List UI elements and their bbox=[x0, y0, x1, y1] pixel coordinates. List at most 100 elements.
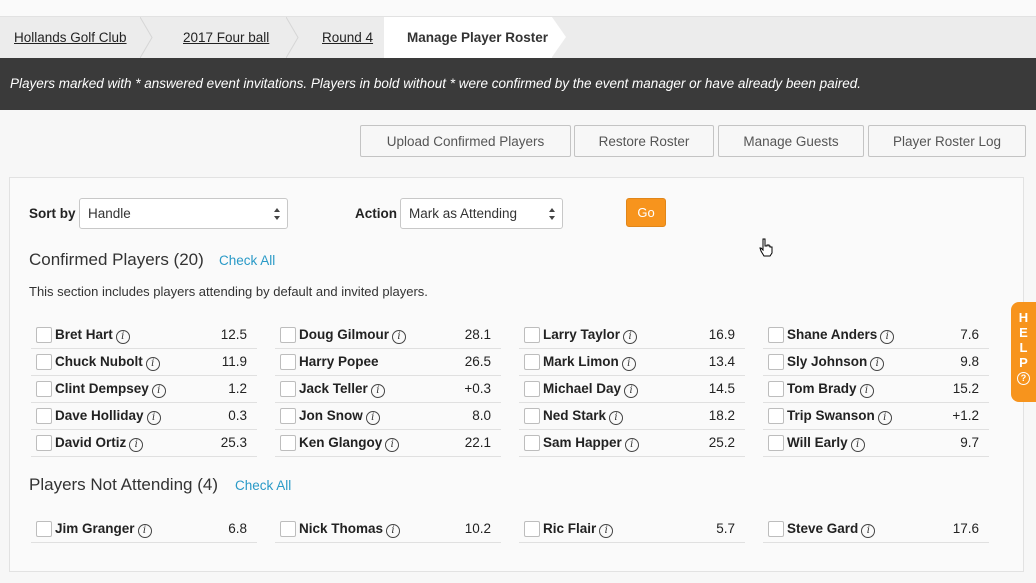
hand-cursor-icon bbox=[759, 238, 773, 257]
player-roster-log-button[interactable]: Player Roster Log bbox=[868, 125, 1026, 157]
info-icon[interactable]: i bbox=[623, 330, 638, 344]
info-icon[interactable]: i bbox=[137, 524, 152, 538]
player-checkbox[interactable] bbox=[36, 381, 52, 397]
player-name-text: Clint Dempsey bbox=[55, 381, 149, 396]
player-checkbox[interactable] bbox=[768, 354, 784, 370]
player-handicap: 7.6 bbox=[960, 327, 979, 342]
player-checkbox[interactable] bbox=[280, 435, 296, 451]
info-icon[interactable]: i bbox=[624, 438, 639, 452]
player-checkbox[interactable] bbox=[768, 408, 784, 424]
info-icon[interactable]: i bbox=[859, 384, 874, 398]
player-checkbox[interactable] bbox=[524, 354, 540, 370]
player-checkbox[interactable] bbox=[768, 327, 784, 343]
player-name: Steve Gard i bbox=[787, 521, 876, 538]
player-checkbox[interactable] bbox=[768, 435, 784, 451]
confirmed-section-note: This section includes players attending … bbox=[29, 284, 428, 299]
player-handicap: 26.5 bbox=[464, 354, 491, 369]
breadcrumb-item-round[interactable]: Round 4 bbox=[308, 17, 390, 58]
player-name: Tom Brady i bbox=[787, 381, 874, 398]
info-icon[interactable]: i bbox=[115, 330, 130, 344]
breadcrumb-separator bbox=[140, 17, 162, 58]
info-icon[interactable]: i bbox=[609, 411, 624, 425]
manage-guests-button[interactable]: Manage Guests bbox=[718, 125, 864, 157]
player-checkbox[interactable] bbox=[36, 408, 52, 424]
sort-select[interactable]: Handle bbox=[79, 198, 288, 229]
info-icon[interactable]: i bbox=[365, 411, 380, 425]
player-checkbox[interactable] bbox=[280, 381, 296, 397]
info-icon[interactable]: i bbox=[870, 357, 885, 371]
breadcrumb-item-event[interactable]: 2017 Four ball bbox=[162, 17, 294, 58]
info-icon[interactable]: i bbox=[392, 330, 406, 344]
player-checkbox[interactable] bbox=[524, 327, 540, 343]
player-checkbox[interactable] bbox=[524, 408, 540, 424]
player-handicap: 28.1 bbox=[464, 327, 491, 342]
info-icon[interactable]: i bbox=[880, 330, 895, 344]
restore-roster-button[interactable]: Restore Roster bbox=[574, 125, 714, 157]
player-name: Doug Gilmour i bbox=[299, 327, 406, 344]
action-label: Action bbox=[355, 206, 397, 221]
top-strip bbox=[0, 0, 1036, 17]
sort-select-value: Handle bbox=[88, 206, 131, 221]
player-handicap: +0.3 bbox=[464, 381, 491, 396]
help-tab[interactable]: H E L P ? bbox=[1011, 302, 1036, 402]
player-row: Trip Swanson i +1.2 bbox=[763, 403, 989, 430]
player-handicap: 14.5 bbox=[708, 381, 735, 396]
info-icon[interactable]: i bbox=[129, 438, 144, 452]
player-checkbox[interactable] bbox=[280, 521, 296, 537]
player-name-text: Ric Flair bbox=[543, 521, 597, 536]
player-handicap: 6.8 bbox=[228, 521, 247, 536]
player-checkbox[interactable] bbox=[36, 521, 52, 537]
player-checkbox[interactable] bbox=[280, 327, 296, 343]
action-select[interactable]: Mark as Attending bbox=[400, 198, 563, 229]
player-checkbox[interactable] bbox=[768, 521, 784, 537]
player-handicap: 1.2 bbox=[228, 381, 247, 396]
player-checkbox[interactable] bbox=[524, 435, 540, 451]
player-checkbox[interactable] bbox=[36, 327, 52, 343]
player-checkbox[interactable] bbox=[36, 435, 52, 451]
player-checkbox[interactable] bbox=[280, 408, 296, 424]
player-handicap: 11.9 bbox=[221, 354, 247, 369]
info-icon[interactable]: i bbox=[151, 384, 166, 398]
info-icon[interactable]: i bbox=[861, 524, 876, 538]
info-icon[interactable]: i bbox=[850, 438, 865, 452]
player-handicap: 17.6 bbox=[952, 521, 979, 536]
player-handicap: 12.5 bbox=[220, 327, 247, 342]
info-icon[interactable]: i bbox=[386, 524, 401, 538]
player-handicap: 9.7 bbox=[960, 435, 979, 450]
player-name-text: Ned Stark bbox=[543, 408, 607, 423]
player-name: Jon Snow i bbox=[299, 408, 380, 425]
player-name: Ken Glangoy i bbox=[299, 435, 400, 452]
player-name: Sly Johnson i bbox=[787, 354, 885, 371]
player-checkbox[interactable] bbox=[36, 354, 52, 370]
info-icon[interactable]: i bbox=[370, 384, 385, 398]
player-checkbox[interactable] bbox=[280, 354, 296, 370]
player-name-text: Chuck Nubolt bbox=[55, 354, 143, 369]
not-attending-check-all-link[interactable]: Check All bbox=[235, 478, 291, 493]
confirmed-players-heading: Confirmed Players (20) bbox=[29, 250, 204, 269]
toolbar: Upload Confirmed Players Restore Roster … bbox=[0, 125, 1036, 157]
player-checkbox[interactable] bbox=[768, 381, 784, 397]
info-icon[interactable]: i bbox=[599, 524, 614, 538]
confirmed-check-all-link[interactable]: Check All bbox=[219, 253, 275, 268]
info-icon[interactable]: i bbox=[624, 384, 639, 398]
info-icon[interactable]: i bbox=[145, 357, 160, 371]
player-name-text: Mark Limon bbox=[543, 354, 619, 369]
info-icon[interactable]: i bbox=[877, 411, 892, 425]
player-name-text: David Ortiz bbox=[55, 435, 127, 450]
info-icon[interactable]: i bbox=[621, 357, 636, 371]
info-icon[interactable]: i bbox=[146, 411, 161, 425]
go-button[interactable]: Go bbox=[626, 198, 666, 227]
breadcrumb-item-club[interactable]: Hollands Golf Club bbox=[0, 17, 148, 58]
player-checkbox[interactable] bbox=[524, 381, 540, 397]
player-handicap: 0.3 bbox=[228, 408, 247, 423]
player-name-text: Steve Gard bbox=[787, 521, 859, 536]
player-row: Ric Flair i 5.7 bbox=[519, 516, 745, 543]
player-row: Jack Teller i +0.3 bbox=[275, 376, 501, 403]
player-handicap: 8.0 bbox=[472, 408, 491, 423]
upload-confirmed-players-button[interactable]: Upload Confirmed Players bbox=[360, 125, 571, 157]
info-icon[interactable]: i bbox=[385, 438, 400, 452]
player-row: Harry Popee 26.5 bbox=[275, 349, 501, 376]
player-handicap: 25.3 bbox=[220, 435, 247, 450]
player-handicap: 16.9 bbox=[708, 327, 735, 342]
player-checkbox[interactable] bbox=[524, 521, 540, 537]
